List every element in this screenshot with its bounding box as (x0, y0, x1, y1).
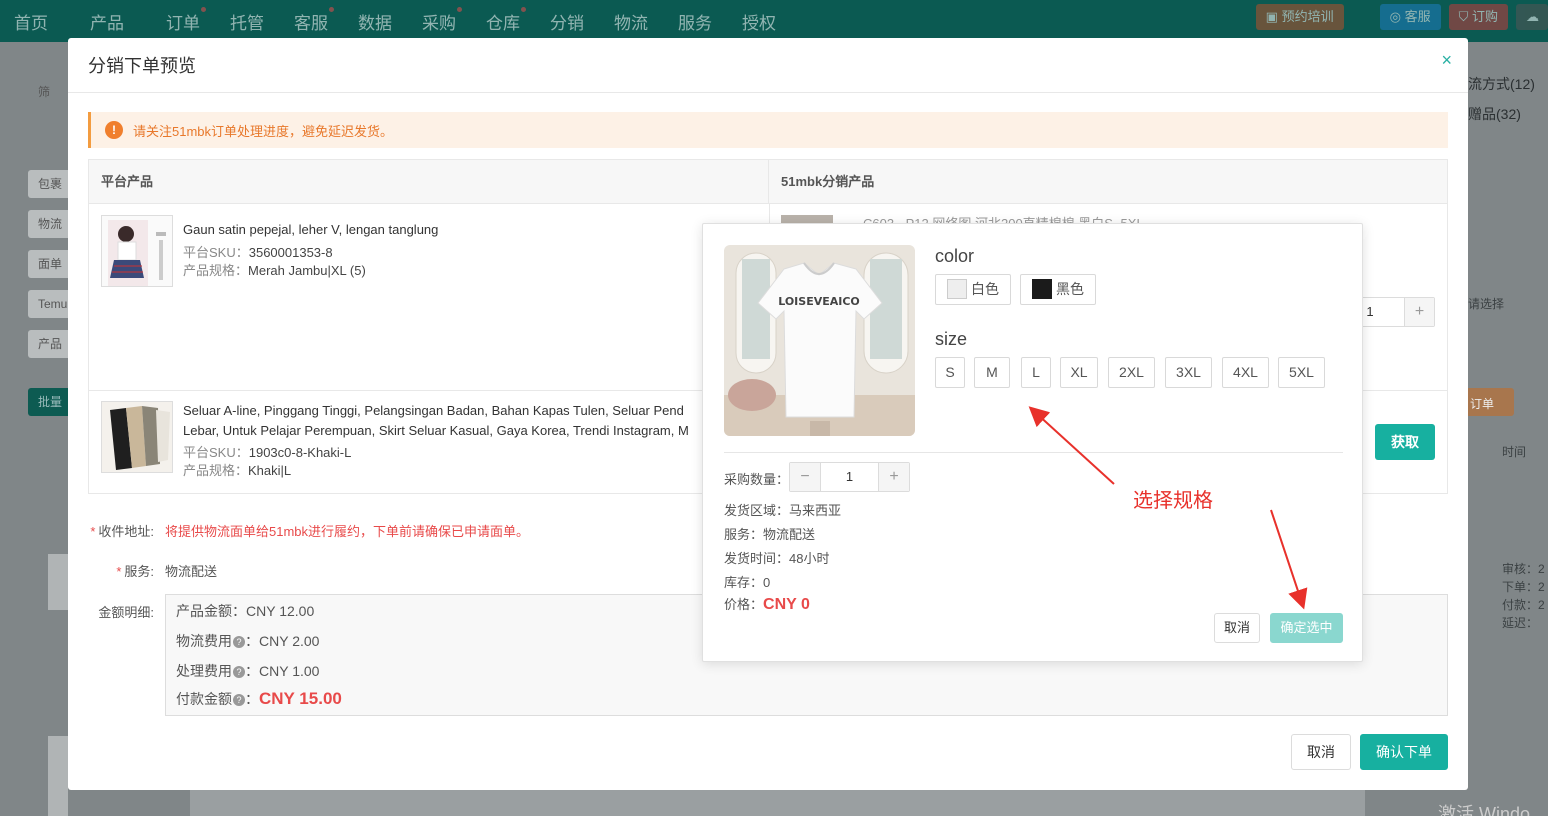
arrow-to-confirm (1270, 509, 1308, 610)
annotation-layer (1028, 406, 1308, 610)
arrow-to-size (1028, 406, 1115, 485)
annotation-text: 选择规格 (1133, 490, 1213, 512)
